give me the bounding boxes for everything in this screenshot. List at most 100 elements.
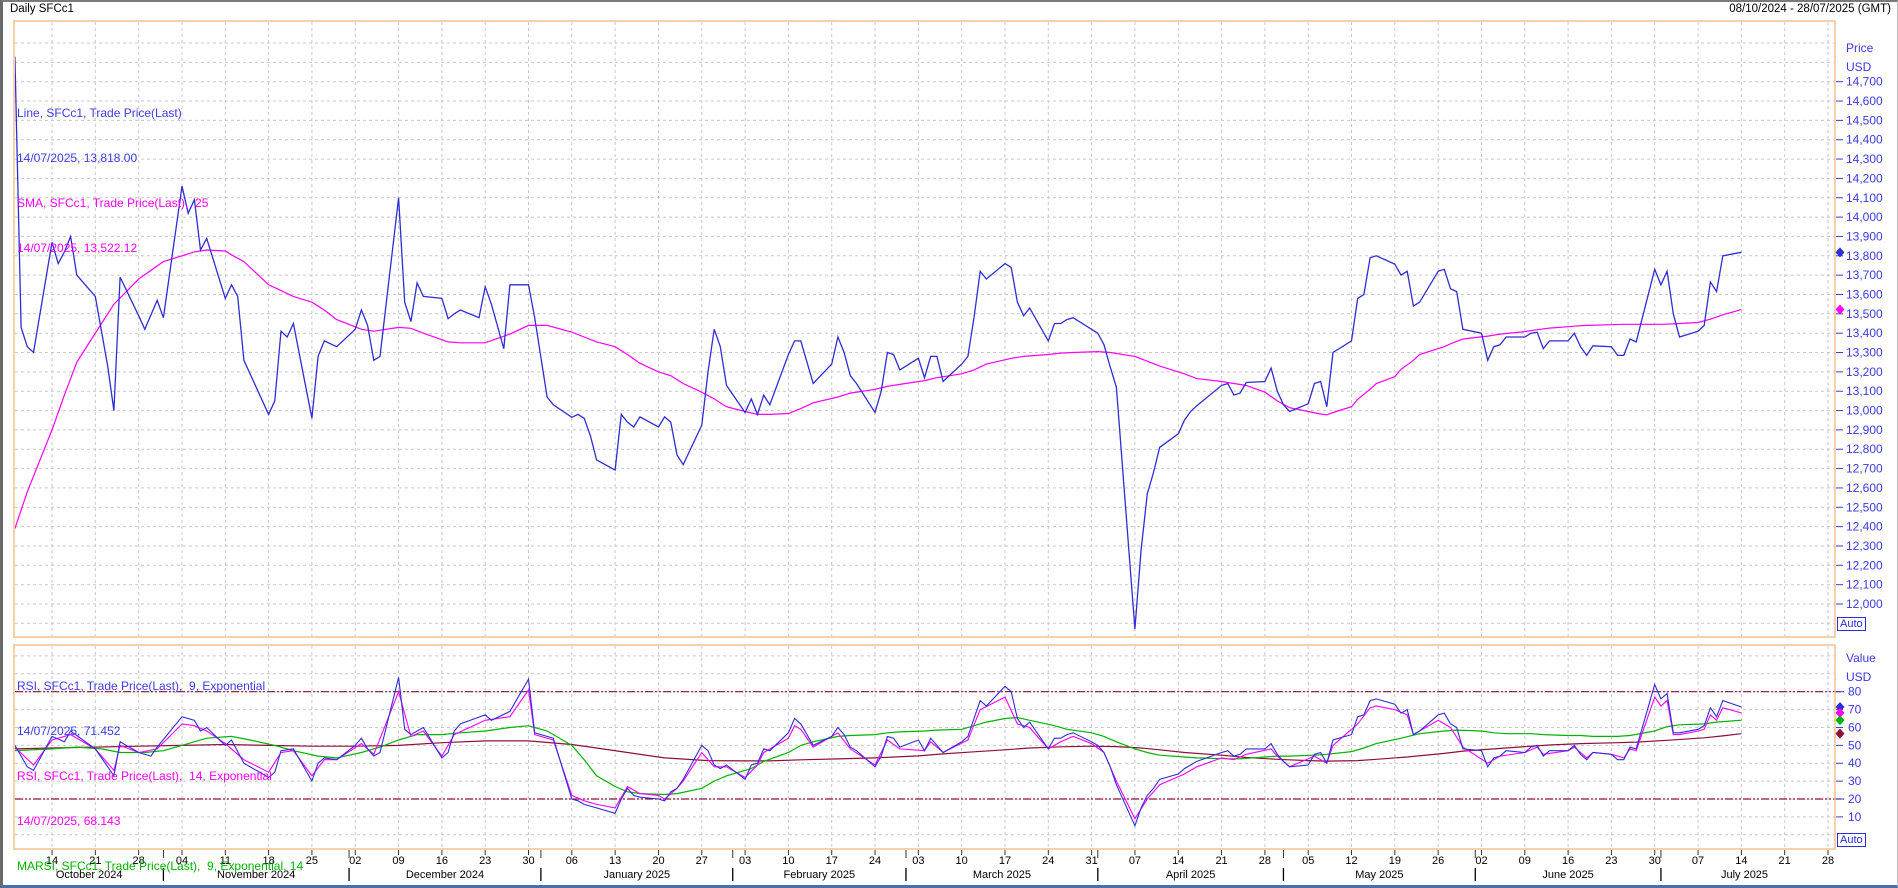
- svg-text:07: 07: [1692, 855, 1704, 867]
- price-axis-unit: USD: [1846, 60, 1871, 74]
- svg-text:12,500: 12,500: [1846, 500, 1883, 514]
- svg-text:13,800: 13,800: [1846, 249, 1883, 263]
- svg-text:30: 30: [1649, 855, 1661, 867]
- svg-text:03: 03: [912, 855, 924, 867]
- svg-text:13: 13: [609, 855, 621, 867]
- svg-text:02: 02: [1475, 855, 1487, 867]
- x-axis: 1421280411182502091623300613202703101724…: [46, 850, 1834, 881]
- svg-text:14: 14: [1735, 855, 1747, 867]
- chart-window: Daily SFCc1 08/10/2024 - 28/07/2025 (GMT…: [0, 0, 1898, 888]
- main-legend-line-0: Line, SFCc1, Trade Price(Last): [17, 106, 208, 121]
- value-axis-caption: Value: [1846, 651, 1876, 665]
- svg-text:14,400: 14,400: [1846, 133, 1883, 147]
- svg-text:14,100: 14,100: [1846, 191, 1883, 205]
- svg-text:20: 20: [652, 855, 664, 867]
- svg-text:06: 06: [566, 855, 578, 867]
- svg-text:19: 19: [1389, 855, 1401, 867]
- svg-text:12,600: 12,600: [1846, 481, 1883, 495]
- svg-text:May 2025: May 2025: [1355, 869, 1403, 881]
- svg-text:12,200: 12,200: [1846, 558, 1883, 572]
- svg-text:12,800: 12,800: [1846, 442, 1883, 456]
- svg-text:14: 14: [1172, 855, 1184, 867]
- svg-text:16: 16: [436, 855, 448, 867]
- svg-text:31: 31: [1085, 855, 1097, 867]
- svg-text:July 2025: July 2025: [1721, 869, 1768, 881]
- main-legend-line-2: SMA, SFCc1, Trade Price(Last), 25: [17, 196, 208, 211]
- svg-text:40: 40: [1848, 756, 1862, 770]
- svg-text:05: 05: [1302, 855, 1314, 867]
- svg-text:13,900: 13,900: [1846, 229, 1883, 243]
- svg-text:60: 60: [1848, 720, 1862, 734]
- svg-text:21: 21: [1215, 855, 1227, 867]
- svg-text:12,000: 12,000: [1846, 597, 1883, 611]
- svg-text:14,700: 14,700: [1846, 75, 1883, 89]
- svg-text:13,700: 13,700: [1846, 268, 1883, 282]
- svg-text:13,500: 13,500: [1846, 307, 1883, 321]
- svg-text:20: 20: [1848, 792, 1862, 806]
- svg-text:14,600: 14,600: [1846, 94, 1883, 108]
- svg-text:17: 17: [999, 855, 1011, 867]
- sma-line: [15, 250, 1742, 529]
- svg-text:30: 30: [1848, 774, 1862, 788]
- svg-text:09: 09: [392, 855, 404, 867]
- lower-legend-line-4: MARSI, SFCc1, Trade Price(Last), 9, Expo…: [17, 859, 310, 874]
- svg-text:23: 23: [1605, 855, 1617, 867]
- svg-text:13,600: 13,600: [1846, 287, 1883, 301]
- svg-text:14,300: 14,300: [1846, 152, 1883, 166]
- svg-text:13,100: 13,100: [1846, 384, 1883, 398]
- price-auto-scale-button[interactable]: Auto: [1837, 617, 1866, 631]
- svg-text:80: 80: [1848, 685, 1862, 699]
- value-marker-3: [1836, 729, 1845, 739]
- svg-text:03: 03: [739, 855, 751, 867]
- svg-text:16: 16: [1562, 855, 1574, 867]
- main-legend-line-3: 14/07/2025, 13,522.12: [17, 241, 208, 256]
- svg-text:12: 12: [1345, 855, 1357, 867]
- svg-text:14,200: 14,200: [1846, 171, 1883, 185]
- svg-text:50: 50: [1848, 738, 1862, 752]
- svg-text:January 2025: January 2025: [603, 869, 670, 881]
- lower-legend-line-2: RSI, SFCc1, Trade Price(Last), 14, Expon…: [17, 769, 310, 784]
- svg-text:April 2025: April 2025: [1166, 869, 1216, 881]
- svg-text:28: 28: [1822, 855, 1834, 867]
- svg-text:June 2025: June 2025: [1542, 869, 1593, 881]
- svg-text:12,400: 12,400: [1846, 520, 1883, 534]
- value-auto-scale-button[interactable]: Auto: [1837, 833, 1866, 847]
- lower-legend-line-1: 14/07/2025, 71.452: [17, 724, 310, 739]
- svg-text:26: 26: [1432, 855, 1444, 867]
- svg-text:12,300: 12,300: [1846, 539, 1883, 553]
- svg-text:13,400: 13,400: [1846, 326, 1883, 340]
- svg-text:10: 10: [1848, 810, 1862, 824]
- lower-legend-line-0: RSI, SFCc1, Trade Price(Last), 9, Expone…: [17, 679, 310, 694]
- price-axis-caption: Price: [1846, 41, 1873, 55]
- svg-text:23: 23: [479, 855, 491, 867]
- main-panel-border: [14, 21, 1835, 637]
- svg-text:10: 10: [782, 855, 794, 867]
- svg-text:12,100: 12,100: [1846, 578, 1883, 592]
- price-marker-1: [1836, 305, 1845, 315]
- svg-text:10: 10: [956, 855, 968, 867]
- price-axis-labels: 14,70014,60014,50014,40014,30014,20014,1…: [1836, 75, 1883, 611]
- svg-text:14,000: 14,000: [1846, 210, 1883, 224]
- svg-text:09: 09: [1519, 855, 1531, 867]
- date-range-label: 08/10/2024 - 28/07/2025 (GMT): [1729, 3, 1891, 15]
- svg-text:24: 24: [1042, 855, 1054, 867]
- svg-text:70: 70: [1848, 703, 1862, 717]
- svg-text:13,200: 13,200: [1846, 365, 1883, 379]
- svg-text:12,700: 12,700: [1846, 462, 1883, 476]
- svg-text:13,000: 13,000: [1846, 404, 1883, 418]
- svg-text:21: 21: [1779, 855, 1791, 867]
- svg-text:24: 24: [869, 855, 881, 867]
- lower-legend-line-3: 14/07/2025, 68.143: [17, 814, 310, 829]
- svg-text:March 2025: March 2025: [973, 869, 1031, 881]
- svg-text:13,300: 13,300: [1846, 346, 1883, 360]
- price-line: [15, 57, 1742, 630]
- svg-text:17: 17: [826, 855, 838, 867]
- main-legend-line-1: 14/07/2025, 13,818.00: [17, 151, 208, 166]
- svg-text:28: 28: [1259, 855, 1271, 867]
- main-legend: Line, SFCc1, Trade Price(Last) 14/07/202…: [17, 76, 208, 286]
- value-marker-2: [1836, 715, 1845, 725]
- value-axis-unit: USD: [1846, 670, 1871, 684]
- svg-text:07: 07: [1129, 855, 1141, 867]
- indicator-legend: RSI, SFCc1, Trade Price(Last), 9, Expone…: [17, 649, 310, 888]
- chart-title: Daily SFCc1: [10, 3, 74, 15]
